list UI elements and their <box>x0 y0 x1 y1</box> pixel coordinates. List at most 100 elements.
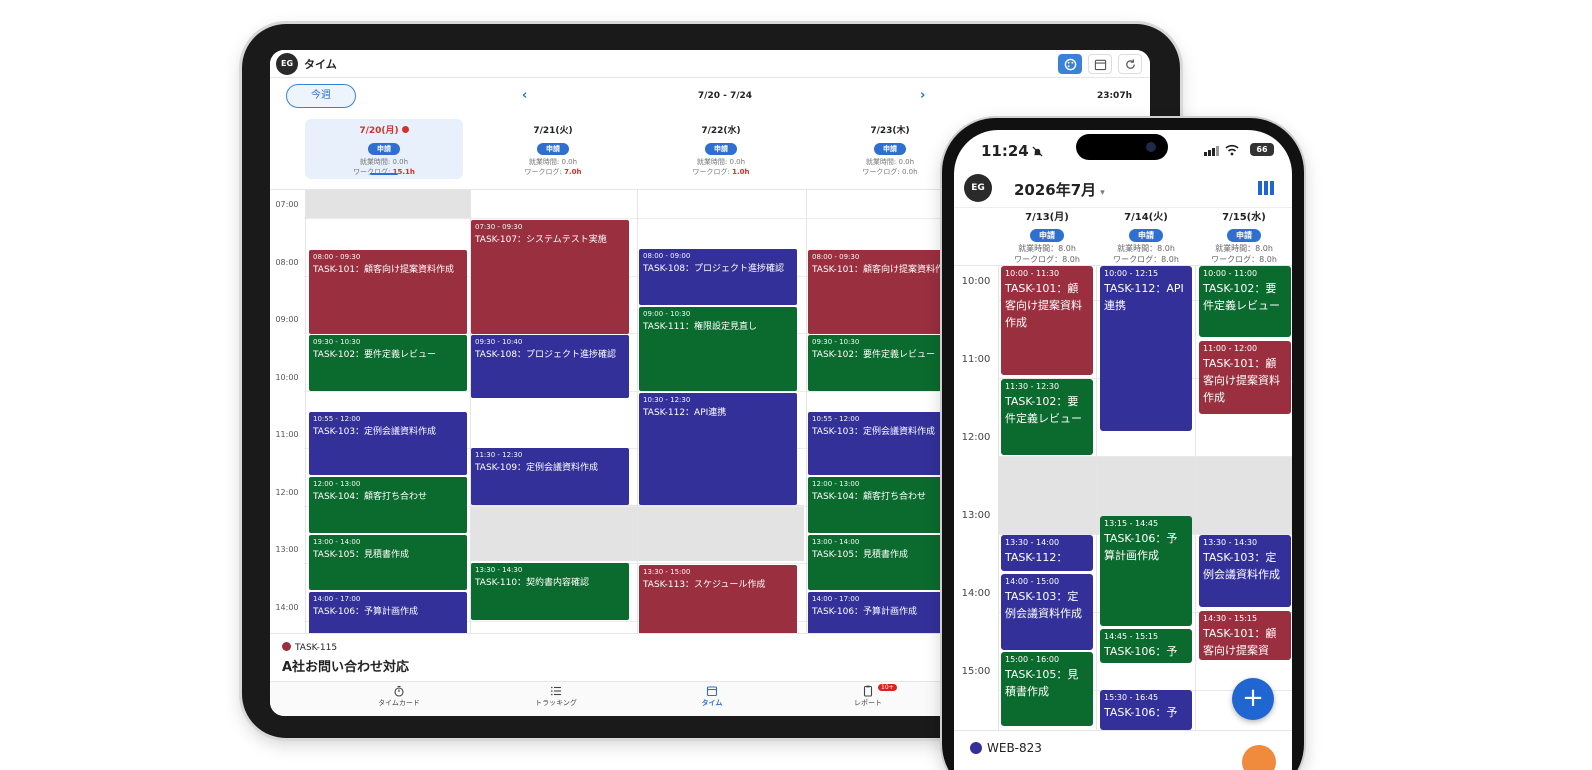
column-line <box>1195 266 1196 730</box>
day-header[interactable]: 7/13(月) 申請 就業時間：8.0h ワークログ：8.0h <box>998 208 1096 265</box>
event-time: 11:00 - 12:00 <box>1203 344 1258 353</box>
add-button[interactable]: + <box>1232 678 1274 720</box>
chevron-down-icon: ▾ <box>1100 188 1105 198</box>
this-week-button[interactable]: 今週 <box>286 84 356 108</box>
event-block[interactable]: 12:00 - 13:00 TASK-104：顧客打ち合わせ <box>309 477 467 533</box>
event-block[interactable]: 09:00 - 10:30 TASK-111：権限設定見直し <box>639 307 797 391</box>
event-title: TASK-105：見積書作成 <box>313 550 410 560</box>
selected-task-panel[interactable]: WEB-823 <box>954 730 1292 770</box>
tablet-app-header: EG タイム <box>270 50 1150 78</box>
apply-badge[interactable]: 申請 <box>874 143 906 155</box>
column-view-icon[interactable] <box>1258 181 1274 195</box>
hour-label: 12:00 <box>275 488 299 497</box>
day-label: 7/21(火) <box>533 126 573 136</box>
event-block[interactable]: 13:30 - 14:30 TASK-110：契約書内容確認 <box>471 563 629 620</box>
apply-badge[interactable]: 申請 <box>537 143 569 155</box>
tab-time[interactable]: タイム <box>652 685 772 708</box>
event-block[interactable]: 07:30 - 09:30 TASK-107：システムテスト実施 <box>471 220 629 334</box>
event-block[interactable]: 11:00 - 12:00 TASK-101：顧客向け提案資料作成 <box>1199 341 1291 414</box>
phone-calendar-grid[interactable]: 10:00 11:00 12:00 13:00 14:00 15:00 10:0… <box>954 266 1292 730</box>
column-line <box>998 266 999 730</box>
date-range: 7/20 - 7/24 <box>697 91 753 101</box>
event-block[interactable]: 08:00 - 09:30 TASK-101：顧客向け提案資料作成 <box>309 250 467 334</box>
event-block[interactable]: 11:30 - 12:30 TASK-102：要件定義レビュー <box>1001 379 1093 455</box>
event-block[interactable]: 11:30 - 12:30 TASK-109：定例会議資料作成 <box>471 448 629 505</box>
avatar[interactable]: EG <box>964 174 992 202</box>
event-block[interactable]: 13:30 - 14:30 TASK-103：定例会議資料作成 <box>1199 535 1291 607</box>
chevron-left-icon[interactable]: ‹ <box>522 88 527 103</box>
refresh-button[interactable] <box>1118 54 1142 74</box>
apply-badge[interactable]: 申請 <box>368 143 400 155</box>
stop-button[interactable] <box>1242 745 1276 770</box>
today-dot-icon <box>401 126 409 133</box>
apply-badge[interactable]: 申請 <box>705 143 737 155</box>
event-title: TASK-103：定例会議資料作成 <box>1005 590 1082 620</box>
worklog-label: ワークログ: <box>692 168 733 176</box>
apply-badge[interactable]: 申請 <box>1129 229 1163 242</box>
event-block[interactable]: 10:00 - 12:15 TASK-112：API連携 <box>1100 266 1192 431</box>
day-header[interactable]: 7/22(水) 申請 就業時間: 0.0h ワークログ: 1.0h <box>642 119 800 179</box>
event-time: 14:30 - 15:15 <box>1203 614 1258 623</box>
event-block[interactable]: 14:45 - 15:15 TASK-106：予 <box>1100 629 1192 663</box>
event-time: 10:55 - 12:00 <box>313 415 361 423</box>
tab-report[interactable]: レポート 10+ <box>808 684 928 708</box>
work-hours: 就業時間：8.0h <box>1018 244 1076 253</box>
worklog-label: ワークログ: <box>862 168 902 176</box>
event-block[interactable]: 13:00 - 14:00 TASK-105：見積書作成 <box>309 535 467 590</box>
day-header[interactable]: 7/15(水) 申請 就業時間：8.0h ワークログ：8.0h <box>1195 208 1292 265</box>
event-time: 08:00 - 09:00 <box>643 252 691 260</box>
event-block[interactable]: 15:00 - 16:00 TASK-105：見積書作成 <box>1001 652 1093 726</box>
palette-button[interactable] <box>1058 54 1082 74</box>
event-title: TASK-102：要件定義レビュー <box>1203 282 1280 312</box>
month-selector[interactable]: 2026年7月 ▾ <box>1014 179 1105 200</box>
event-block[interactable]: 09:30 - 10:40 TASK-108：プロジェクト進捗確認 <box>471 335 629 398</box>
work-hours: 就業時間: 0.0h <box>696 158 746 166</box>
event-block[interactable]: 14:30 - 15:15 TASK-101：顧客向け提案資 <box>1199 611 1291 660</box>
event-block[interactable]: 10:30 - 12:30 TASK-112：API連携 <box>639 393 797 505</box>
event-block[interactable]: 09:30 - 10:30 TASK-102：要件定義レビュー <box>309 335 467 391</box>
avatar[interactable]: EG <box>276 53 298 75</box>
tab-timecard[interactable]: タイムカード <box>339 685 459 708</box>
chevron-right-icon[interactable]: › <box>920 88 925 103</box>
day-header[interactable]: 7/14(火) 申請 就業時間：8.0h ワークログ：8.0h <box>1097 208 1195 265</box>
hour-line <box>998 456 1292 457</box>
list-icon <box>551 686 561 696</box>
tab-tracking[interactable]: トラッキング <box>496 685 616 708</box>
day-header[interactable]: 7/20(月) 申請 就業時間: 0.0h ワークログ: 15.1h <box>305 119 463 179</box>
event-block[interactable]: 14:00 - 15:00 TASK-103：定例会議資料作成 <box>1001 574 1093 650</box>
event-block[interactable]: 10:00 - 11:30 TASK-101：顧客向け提案資料作成 <box>1001 266 1093 375</box>
work-hours: 就業時間：8.0h <box>1215 244 1273 253</box>
event-block[interactable]: 10:00 - 11:00 TASK-102：要件定義レビュー <box>1199 266 1291 337</box>
event-time: 13:30 - 14:30 <box>1203 538 1258 547</box>
battery-indicator: 66 <box>1250 143 1274 156</box>
apply-badge[interactable]: 申請 <box>1227 229 1261 242</box>
event-block[interactable]: 15:30 - 16:45 TASK-106：予 <box>1100 690 1192 730</box>
event-time: 08:00 - 09:30 <box>812 253 860 261</box>
event-time: 14:00 - 15:00 <box>1005 577 1060 586</box>
calendar-button[interactable] <box>1088 54 1112 74</box>
event-title: TASK-106：予算計画作成 <box>313 607 419 617</box>
work-hours: 就業時間: 0.0h <box>359 158 409 166</box>
event-block[interactable]: 13:30 - 14:00 TASK-112： <box>1001 535 1093 571</box>
event-block[interactable]: 13:30 - 15:00 TASK-113：スケジュール作成 <box>639 565 797 633</box>
hour-label: 12:00 <box>961 432 991 443</box>
notification-badge: 10+ <box>878 684 897 691</box>
event-block[interactable]: 08:00 - 09:00 TASK-108：プロジェクト進捗確認 <box>639 249 797 305</box>
task-id: TASK-115 <box>295 643 338 653</box>
apply-badge[interactable]: 申請 <box>1030 229 1064 242</box>
phone-app-header: EG 2026年7月 ▾ <box>954 172 1292 208</box>
work-hours: 就業時間: 0.0h <box>528 158 578 166</box>
event-block[interactable]: 10:55 - 12:00 TASK-103：定例会議資料作成 <box>309 412 467 475</box>
event-title: TASK-105：見積書作成 <box>812 550 909 560</box>
event-time: 07:30 - 09:30 <box>475 223 523 231</box>
day-header[interactable]: 7/21(火) 申請 就業時間: 0.0h ワークログ: 7.0h <box>474 119 632 179</box>
event-time: 10:00 - 11:00 <box>1203 269 1258 278</box>
event-title: TASK-108：プロジェクト進捗確認 <box>475 350 617 360</box>
week-navigation: 今週 ‹ 7/20 - 7/24 › 23:07h <box>270 78 1150 116</box>
event-block[interactable]: 13:15 - 14:45 TASK-106：予算計画作成 <box>1100 516 1192 626</box>
event-title: TASK-112：API連携 <box>643 408 727 418</box>
event-time: 12:00 - 13:00 <box>313 480 361 488</box>
event-block[interactable]: 14:00 - 17:00 TASK-106：予算計画作成 <box>309 592 467 633</box>
task-color-dot-icon <box>282 642 291 651</box>
event-title: TASK-104：顧客打ち合わせ <box>812 492 927 502</box>
